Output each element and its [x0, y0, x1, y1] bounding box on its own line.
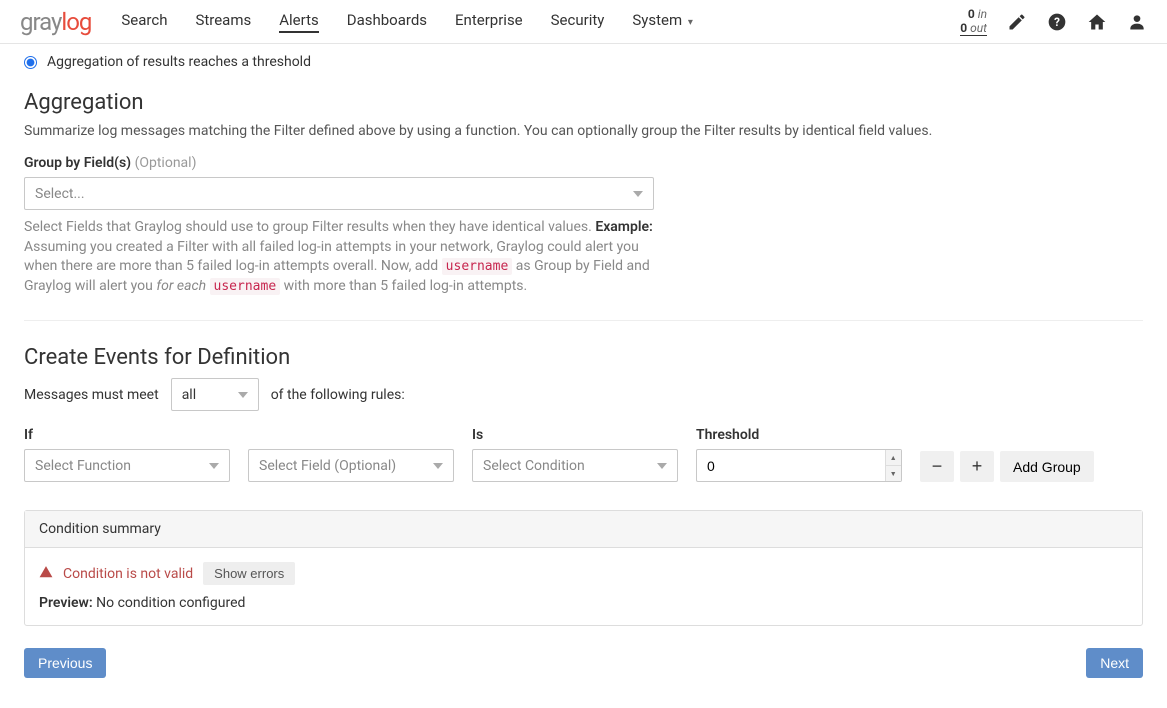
- help-code-username-1: username: [442, 258, 513, 275]
- threshold-input[interactable]: [697, 458, 885, 474]
- help-icon[interactable]: ?: [1047, 12, 1067, 32]
- chevron-down-icon: [238, 392, 248, 398]
- svg-text:?: ?: [1054, 15, 1060, 29]
- group-by-label-text: Group by Field(s): [24, 155, 131, 171]
- field-column: Select Field (Optional): [248, 427, 454, 482]
- throughput-in-num: 0: [968, 7, 975, 21]
- nav-system[interactable]: System ▾: [632, 11, 693, 33]
- logo-gray: gray: [20, 8, 61, 36]
- group-by-label: Group by Field(s) (Optional): [24, 155, 1143, 171]
- rule-row: If Select Function Select Field (Optiona…: [24, 427, 1143, 482]
- optional-tag: (Optional): [135, 155, 197, 171]
- previous-button[interactable]: Previous: [24, 648, 106, 678]
- threshold-step-down[interactable]: ▼: [886, 466, 901, 481]
- preview-line: Preview: No condition configured: [39, 595, 1128, 611]
- help-pre: Select Fields that Graylog should use to…: [24, 219, 595, 235]
- scratchpad-icon[interactable]: [1007, 12, 1027, 32]
- group-by-select[interactable]: Select...: [24, 177, 654, 210]
- field-placeholder: Select Field (Optional): [259, 458, 396, 474]
- nav-right: 0 in 0 out ?: [960, 7, 1147, 37]
- aggregation-radio-label: Aggregation of results reaches a thresho…: [47, 54, 311, 70]
- is-column: Is Select Condition: [472, 427, 678, 482]
- separator: [24, 320, 1143, 321]
- show-errors-button[interactable]: Show errors: [203, 562, 295, 585]
- condition-placeholder: Select Condition: [483, 458, 585, 474]
- threshold-input-wrapper: ▲ ▼: [696, 449, 902, 482]
- group-by-help: Select Fields that Graylog should use to…: [24, 218, 664, 296]
- threshold-spinner: ▲ ▼: [885, 450, 901, 481]
- must-meet-post: of the following rules:: [271, 387, 405, 403]
- nav-security[interactable]: Security: [551, 11, 605, 33]
- add-rule-button[interactable]: +: [960, 451, 994, 482]
- aggregation-heading: Aggregation: [24, 90, 1143, 115]
- home-icon[interactable]: [1087, 12, 1107, 32]
- logo-red: log: [61, 8, 91, 36]
- must-meet-pre: Messages must meet: [24, 387, 159, 403]
- error-text: Condition is not valid: [63, 566, 193, 582]
- top-navbar: graylog Search Streams Alerts Dashboards…: [0, 0, 1167, 44]
- add-group-button[interactable]: Add Group: [1000, 451, 1094, 482]
- next-button[interactable]: Next: [1086, 648, 1143, 678]
- chevron-down-icon: [633, 191, 643, 197]
- group-by-placeholder: Select...: [35, 186, 85, 202]
- logo[interactable]: graylog: [20, 8, 91, 36]
- chevron-down-icon: [209, 463, 219, 469]
- threshold-step-up[interactable]: ▲: [886, 450, 901, 466]
- is-label: Is: [472, 427, 678, 443]
- field-select[interactable]: Select Field (Optional): [248, 449, 454, 482]
- wizard-buttons: Previous Next: [24, 648, 1143, 678]
- nav-enterprise[interactable]: Enterprise: [455, 11, 523, 33]
- help-line4: with more than 5 failed log-in attempts.: [280, 278, 527, 294]
- if-column: If Select Function: [24, 427, 230, 482]
- condition-summary-header: Condition summary: [25, 511, 1142, 548]
- threshold-label: Threshold: [696, 427, 902, 443]
- chevron-down-icon: [433, 463, 443, 469]
- function-select[interactable]: Select Function: [24, 449, 230, 482]
- condition-summary-body: Condition is not valid Show errors Previ…: [25, 548, 1142, 625]
- nav-alerts[interactable]: Alerts: [279, 11, 319, 33]
- help-example-kw: Example:: [595, 219, 653, 235]
- user-icon[interactable]: [1127, 12, 1147, 32]
- condition-summary-panel: Condition summary Condition is not valid…: [24, 510, 1143, 626]
- aggregation-threshold-radio[interactable]: [24, 56, 37, 69]
- if-label: If: [24, 427, 230, 443]
- chevron-down-icon: [657, 463, 667, 469]
- nav-search[interactable]: Search: [121, 11, 167, 33]
- nav-items: Search Streams Alerts Dashboards Enterpr…: [121, 11, 693, 33]
- throughput-out-label: out: [970, 21, 987, 35]
- preview-text: No condition configured: [96, 595, 245, 611]
- condition-select[interactable]: Select Condition: [472, 449, 678, 482]
- nav-streams[interactable]: Streams: [195, 11, 251, 33]
- preview-label: Preview:: [39, 595, 93, 611]
- rules-combiner-line: Messages must meet all of the following …: [24, 378, 1143, 411]
- remove-rule-button[interactable]: −: [920, 451, 954, 482]
- nav-dashboards[interactable]: Dashboards: [347, 11, 427, 33]
- field-label-empty: [248, 427, 454, 443]
- rule-actions: − + Add Group: [920, 451, 1094, 482]
- throughput-indicator[interactable]: 0 in 0 out: [960, 7, 987, 37]
- help-em-foreach: for each: [156, 278, 206, 294]
- create-events-heading: Create Events for Definition: [24, 345, 1143, 370]
- warning-icon: [39, 565, 53, 583]
- aggregation-radio-row: Aggregation of results reaches a thresho…: [24, 54, 1143, 70]
- nav-system-label: System: [632, 11, 682, 29]
- error-line: Condition is not valid Show errors: [39, 562, 1128, 585]
- aggregation-description: Summarize log messages matching the Filt…: [24, 123, 1143, 139]
- help-code-username-2: username: [210, 278, 281, 295]
- main-content: Aggregation of results reaches a thresho…: [0, 44, 1167, 708]
- combiner-select[interactable]: all: [171, 378, 259, 411]
- throughput-out-num: 0: [960, 21, 967, 35]
- threshold-column: Threshold ▲ ▼: [696, 427, 902, 482]
- function-placeholder: Select Function: [35, 458, 131, 474]
- throughput-in-label: in: [978, 7, 987, 21]
- combiner-value: all: [182, 387, 196, 403]
- chevron-down-icon: ▾: [688, 17, 693, 28]
